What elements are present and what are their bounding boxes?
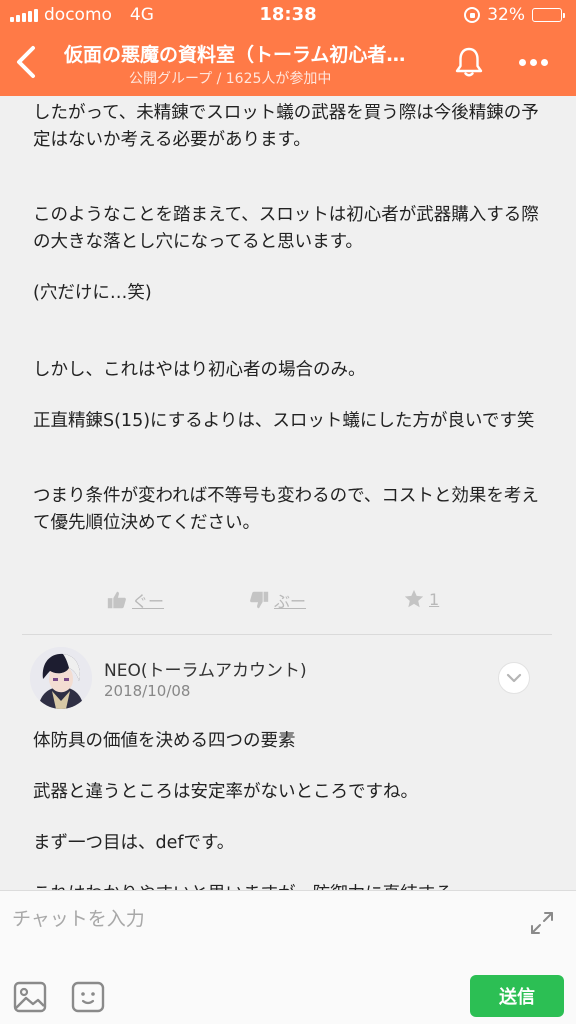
post-paragraph: 体防具の価値を決める四つの要素 xyxy=(33,731,296,751)
bell-icon xyxy=(455,47,483,77)
post-paragraph: しかし、これはやはり初心者の場合のみ。 xyxy=(33,360,366,380)
post-paragraph: したがって、未精錬でスロット蟻の武器を買う際は今後精錬の予定はないか考える必要が… xyxy=(33,103,539,150)
post-options-button[interactable] xyxy=(498,662,530,694)
post-paragraph: まず一つ目は、defです。 xyxy=(33,833,235,853)
avatar-image xyxy=(30,647,92,709)
thumbs-up-icon xyxy=(107,591,126,609)
battery-icon xyxy=(532,8,565,22)
group-subtitle: 公開グループ / 1625人が参加中 xyxy=(129,71,332,87)
good-label: ぐー xyxy=(132,592,165,611)
post-paragraph: これはわかりやすいと思いますが、防御力に直結する xyxy=(33,881,576,890)
more-dot-icon xyxy=(518,58,526,66)
image-button[interactable] xyxy=(12,979,48,1015)
battery-percent: 32% xyxy=(487,5,525,25)
more-menu-button[interactable] xyxy=(510,44,556,80)
post-paragraph: つまり条件が変われば不等号も変わるので、コストと効果を考えて優先順位決めてくださ… xyxy=(33,486,539,533)
post-paragraph: 武器と違うところは安定率がないところですね。 xyxy=(33,782,418,802)
back-button[interactable] xyxy=(8,40,44,84)
orientation-lock-icon xyxy=(464,7,481,23)
more-dot-icon xyxy=(529,58,537,66)
chat-input[interactable] xyxy=(12,901,512,937)
group-title: 仮面の悪魔の資料室（トーラム初心者… xyxy=(64,44,406,66)
boo-button[interactable]: ぶー xyxy=(248,588,306,612)
post-author[interactable]: NEO(トーラムアカウント) xyxy=(104,656,307,681)
notification-button[interactable] xyxy=(450,44,488,80)
avatar[interactable] xyxy=(30,647,92,709)
star-count: 1 xyxy=(429,589,440,609)
post-paragraph: (穴だけに…笑) xyxy=(33,283,152,303)
post-divider xyxy=(22,634,552,635)
group-header: 仮面の悪魔の資料室（トーラム初心者… 公開グループ / 1625人が参加中 xyxy=(0,30,576,96)
star-button[interactable]: 1 xyxy=(403,588,439,610)
post-paragraph: 正直精錬S(15)にするよりは、スロット蟻にした方が良いです笑 xyxy=(33,411,535,431)
chat-input-bar: 送信 xyxy=(0,890,576,1024)
chat-content[interactable]: したがって、未精錬でスロット蟻の武器を買う際は今後精錬の予定はないか考える必要が… xyxy=(0,96,576,890)
good-button[interactable]: ぐー xyxy=(106,588,164,612)
post-date: 2018/10/08 xyxy=(104,682,191,700)
boo-label: ぶー xyxy=(274,592,307,611)
chevron-left-icon xyxy=(17,46,35,78)
reaction-row: ぐー ぶー 1 xyxy=(0,588,576,624)
chevron-down-icon xyxy=(506,673,522,683)
image-icon xyxy=(13,981,47,1013)
thumbs-down-icon xyxy=(250,591,269,609)
star-icon xyxy=(404,589,424,608)
sticker-icon xyxy=(71,981,105,1013)
more-dot-icon xyxy=(540,58,548,66)
send-button[interactable]: 送信 xyxy=(470,975,564,1017)
status-bar: docomo 4G 18:38 32% xyxy=(0,0,576,30)
post-paragraph: このようなことを踏まえて、スロットは初心者が武器購入する際の大きな落とし穴になっ… xyxy=(33,205,539,252)
status-right: 32% xyxy=(464,5,565,25)
expand-icon xyxy=(531,912,553,934)
sticker-button[interactable] xyxy=(70,979,106,1015)
expand-input-button[interactable] xyxy=(528,909,556,937)
